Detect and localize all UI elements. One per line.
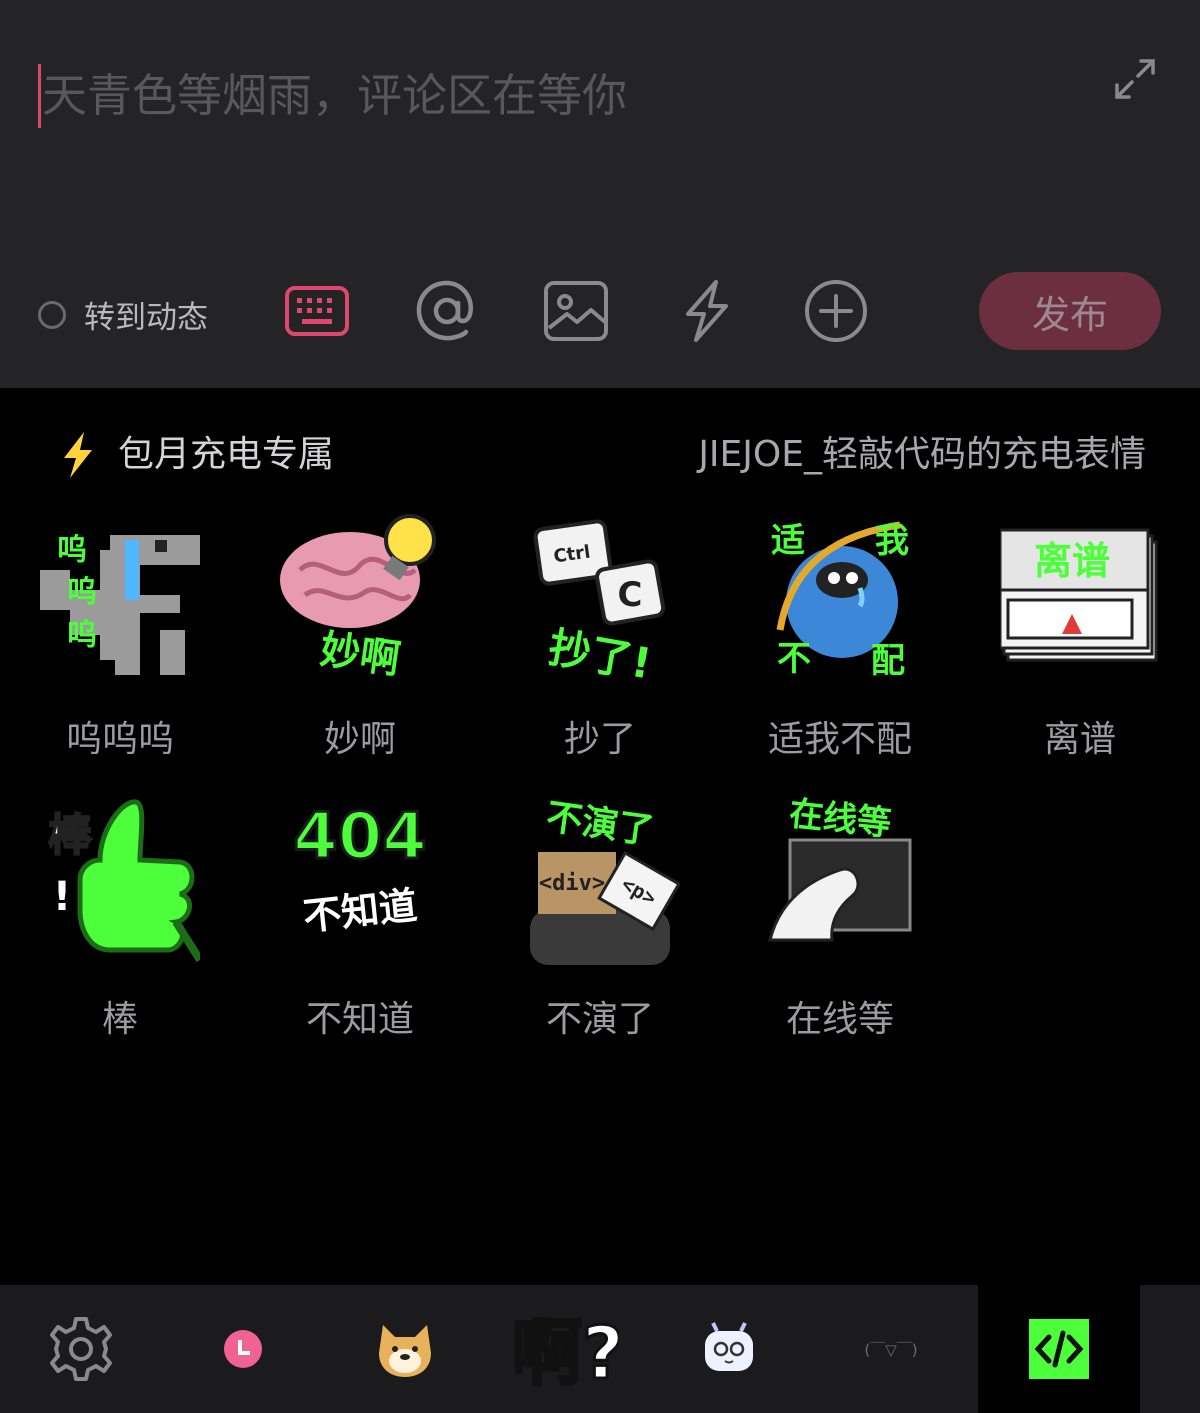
gear-icon xyxy=(50,1317,112,1381)
sticker-zaixiandeng-art: 在线等 xyxy=(768,794,912,942)
composer-toolbar: 转到动态 发布 xyxy=(0,270,1200,350)
sticker-art-text: 呜 xyxy=(67,618,97,653)
sticker-art-text: 妙啊 xyxy=(317,627,403,684)
sticker-art-text: 配 xyxy=(871,641,905,681)
expand-icon[interactable] xyxy=(1112,56,1158,102)
sticker-art-text: 离谱 xyxy=(1034,539,1110,583)
sticker-art-text: 棒 xyxy=(48,810,93,861)
sticker-art-text: 不演了 xyxy=(544,797,657,853)
tv-mascot-icon xyxy=(705,1322,753,1371)
publish-button[interactable]: 发布 xyxy=(979,272,1161,350)
keyboard-icon[interactable] xyxy=(284,278,350,344)
sticker-miaoa-art: 妙啊 xyxy=(280,514,436,684)
sticker-item[interactable]: 适 我 不 配 适我不配 xyxy=(720,510,960,790)
plus-circle-icon[interactable] xyxy=(803,278,869,344)
sticker-buyanle-art: <div> <p> 不演了 xyxy=(530,797,680,965)
image-icon[interactable] xyxy=(543,278,609,344)
sticker-label: 棒 xyxy=(101,999,138,1040)
tab-doge[interactable] xyxy=(324,1285,486,1413)
tab-code-stickers[interactable] xyxy=(978,1285,1140,1413)
sticker-label: 在线等 xyxy=(785,999,894,1040)
sticker-panel-header: 包月充电专属 JIEJOE_轻敲代码的充电表情 xyxy=(0,420,1200,490)
sticker-art-text: 呜 xyxy=(57,533,87,568)
code-sticker-icon xyxy=(1029,1319,1089,1379)
sticker-label: 不演了 xyxy=(545,999,654,1040)
sticker-label: 呜呜呜 xyxy=(65,719,174,760)
sticker-art-text: 呜 xyxy=(67,575,97,610)
bolt-icon xyxy=(64,432,92,478)
sticker-item[interactable]: 棒 ! 棒 xyxy=(0,790,240,1070)
repost-toggle[interactable]: 转到动态 xyxy=(38,292,208,337)
recent-clock-icon xyxy=(224,1330,262,1368)
sticker-404-text: 404 xyxy=(293,800,427,874)
bolt-icon[interactable] xyxy=(674,278,740,344)
sticker-chaole-art: Ctrl C 抄了! xyxy=(533,519,666,689)
sticker-label: 不知道 xyxy=(305,999,414,1040)
text-caret xyxy=(38,64,41,128)
tab-settings[interactable] xyxy=(0,1285,162,1413)
sticker-item[interactable]: 妙啊 妙啊 xyxy=(240,510,480,790)
sticker-bang-art: 棒 ! xyxy=(47,799,200,963)
sticker-art-text: 在线等 xyxy=(787,794,893,844)
doge-icon xyxy=(379,1325,431,1377)
sticker-art-text: ! xyxy=(53,874,71,920)
comment-input[interactable]: 天青色等烟雨，评论区在等你 xyxy=(42,64,627,128)
sticker-label: 妙啊 xyxy=(323,719,396,760)
sticker-tab-bar: 啊? (￣▽￣) xyxy=(0,1285,1200,1413)
sticker-art-text: 抄了! xyxy=(545,622,655,688)
sticker-item[interactable]: Ctrl C 抄了! 抄了 xyxy=(480,510,720,790)
sticker-label: 抄了 xyxy=(563,719,636,760)
sticker-art-text: 我 xyxy=(875,521,909,561)
repost-radio[interactable] xyxy=(38,300,66,329)
sticker-label: 适我不配 xyxy=(767,719,912,760)
sticker-art-text: 不知道 xyxy=(301,883,419,939)
a-question-text: 啊? xyxy=(515,1311,619,1394)
a-question-icon: 啊? xyxy=(515,1310,619,1395)
sticker-art-text: 不 xyxy=(777,639,811,679)
kaomoji-icon: (￣▽￣) xyxy=(864,1340,918,1359)
sticker-item[interactable]: 离谱 离谱 xyxy=(960,510,1200,790)
repost-label: 转到动态 xyxy=(84,300,208,336)
tab-tv-mascot[interactable] xyxy=(648,1285,810,1413)
tab-recent[interactable] xyxy=(162,1285,324,1413)
sticker-shiwobupei-art: 适 我 不 配 xyxy=(771,521,909,681)
tag-div-text: <div> xyxy=(539,871,605,896)
sticker-lipu-art: 离谱 xyxy=(1000,528,1158,662)
panel-author: JIEJOE_轻敲代码的充电表情 xyxy=(698,434,1146,475)
key-c-text: C xyxy=(618,575,643,615)
sticker-item[interactable]: 404 不知道 不知道 xyxy=(240,790,480,1070)
sticker-wuwuwu-art: 呜 呜 呜 xyxy=(40,533,200,675)
comment-composer: 天青色等烟雨，评论区在等你 转到动态 发布 xyxy=(0,0,1200,388)
at-icon[interactable] xyxy=(414,278,480,344)
sticker-label: 离谱 xyxy=(1043,719,1116,760)
sticker-item[interactable]: <div> <p> 不演了 不演了 xyxy=(480,790,720,1070)
panel-title: 包月充电专属 xyxy=(118,434,335,475)
sticker-item[interactable]: 在线等 在线等 xyxy=(720,790,960,1070)
sticker-item[interactable]: 呜 呜 呜 呜呜呜 xyxy=(0,510,240,790)
sticker-art-text: 适 xyxy=(771,521,805,561)
tab-kaomoji[interactable]: (￣▽￣) xyxy=(810,1285,972,1413)
tab-a-question[interactable]: 啊? xyxy=(486,1285,648,1413)
sticker-buzhidao-art: 404 不知道 xyxy=(292,799,429,939)
